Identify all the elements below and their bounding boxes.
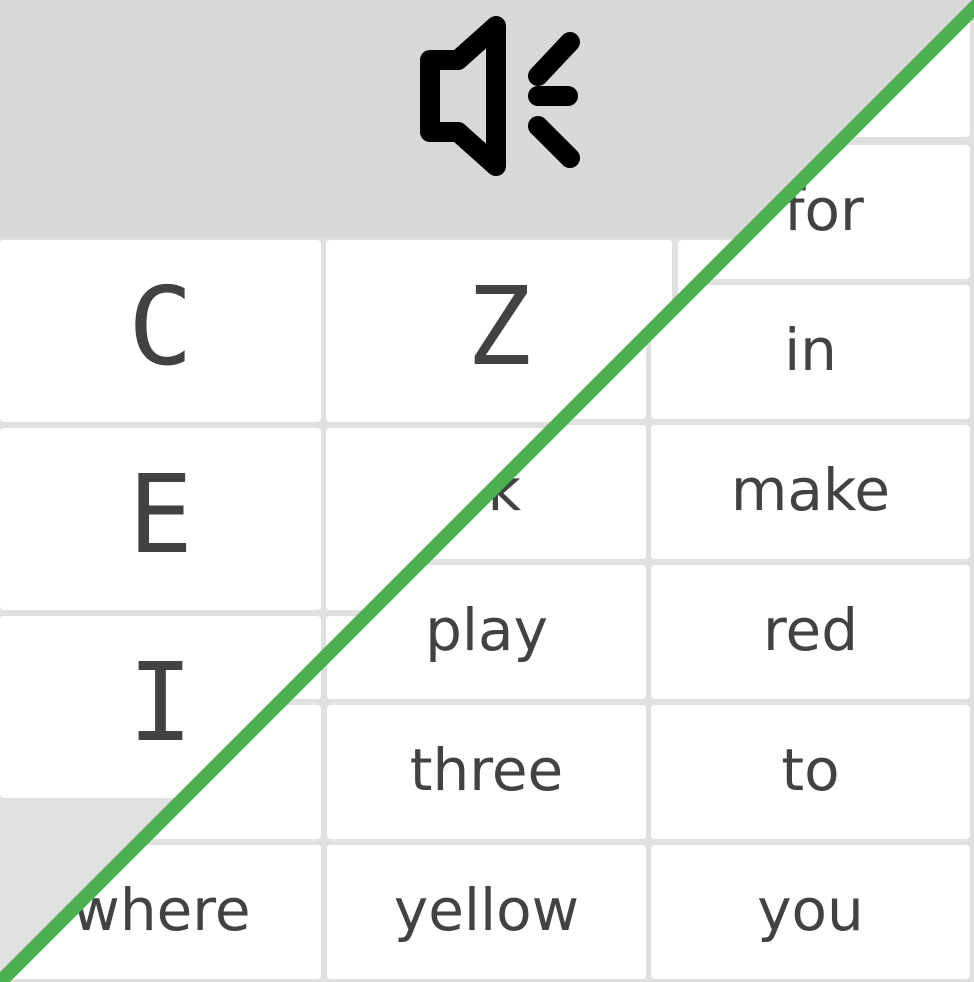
word-tile[interactable]: three: [327, 705, 646, 839]
word-tile[interactable]: red: [651, 565, 970, 699]
word-tile[interactable]: in: [651, 285, 970, 419]
word-label: yellow: [393, 876, 580, 944]
letter-label: C: [127, 264, 194, 390]
word-tile[interactable]: yellow: [327, 845, 646, 979]
letter-label: Z: [466, 264, 532, 390]
word-label: red: [762, 596, 859, 664]
word-label: three: [409, 736, 564, 804]
word-tile[interactable]: make: [651, 425, 970, 559]
word-tile[interactable]: to: [651, 705, 970, 839]
letter-label: I: [127, 640, 194, 766]
word-tile[interactable]: you: [651, 845, 970, 979]
word-label: to: [781, 736, 840, 804]
letter-tile[interactable]: E: [0, 428, 321, 610]
word-label: you: [757, 876, 864, 944]
word-label: make: [730, 456, 891, 524]
letter-tile[interactable]: C: [0, 240, 321, 422]
word-label: where: [72, 876, 251, 944]
word-label: for: [784, 176, 864, 244]
letter-label: E: [127, 452, 194, 578]
word-label: in: [784, 316, 837, 384]
speaker-sound-icon[interactable]: [408, 12, 588, 182]
word-label: play: [425, 596, 548, 664]
